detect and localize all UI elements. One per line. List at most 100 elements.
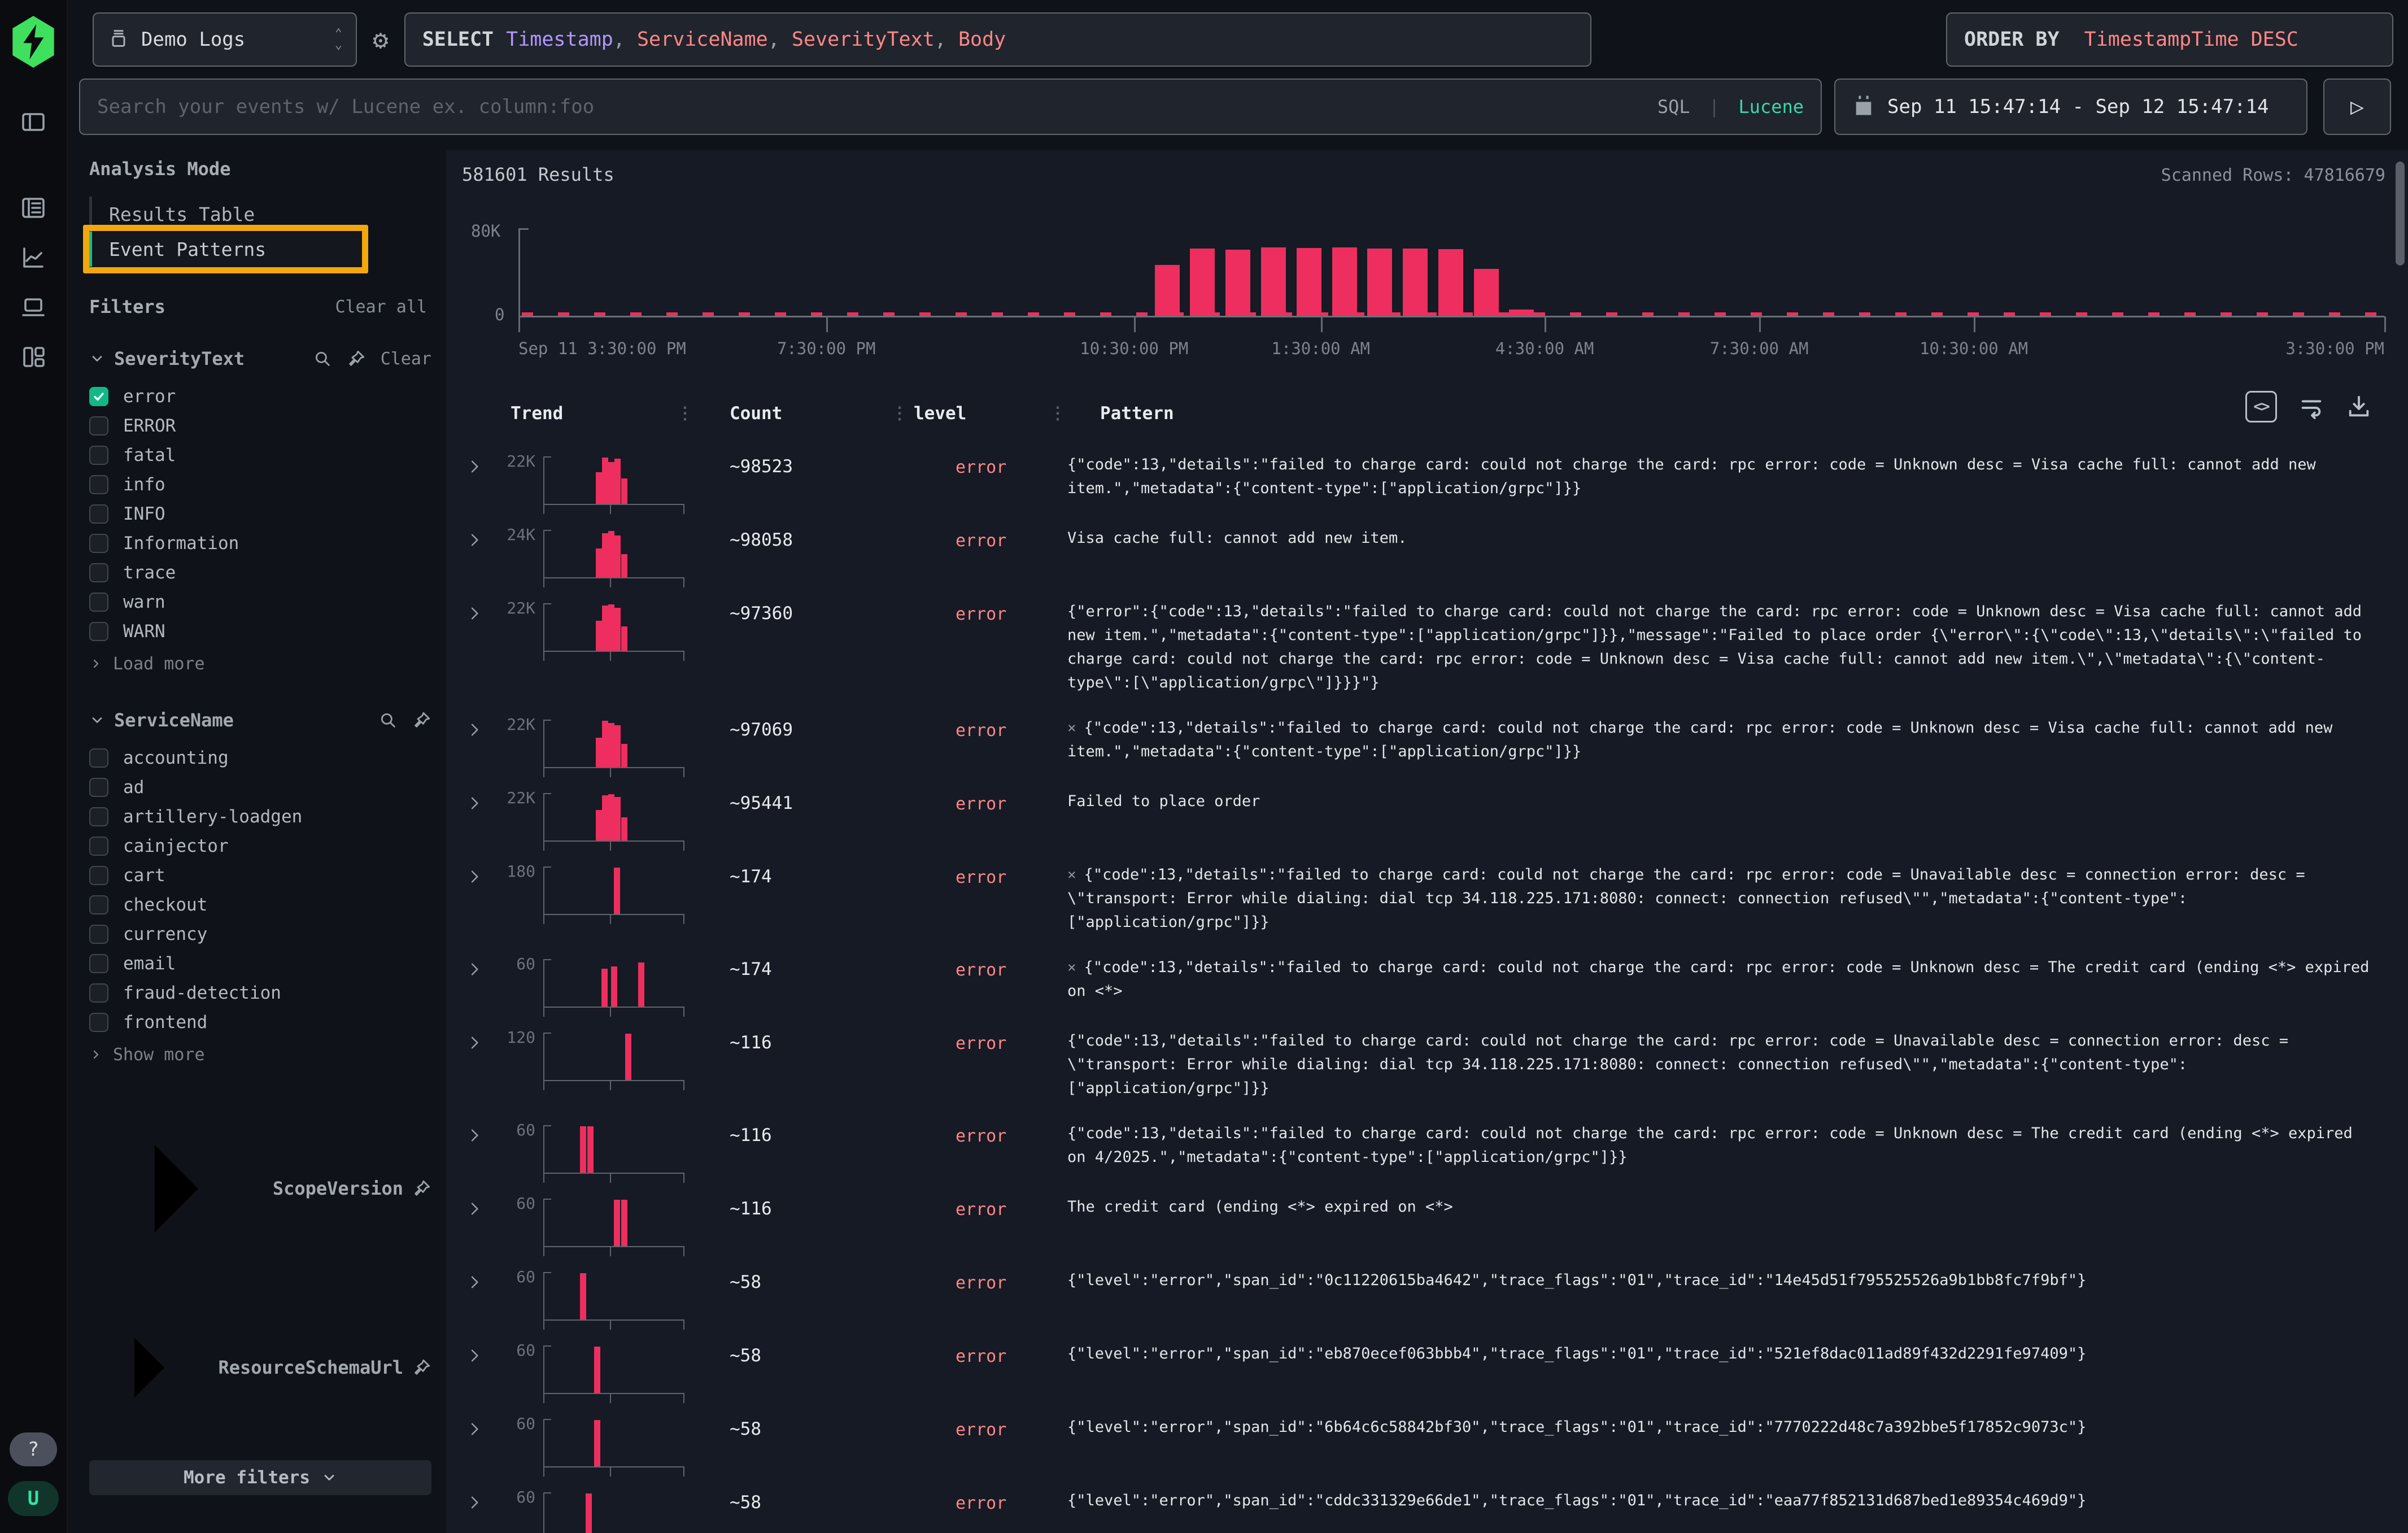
pattern-row[interactable]: 22K ~97069 error ×{"code":13,"details":"… xyxy=(457,703,2393,776)
filter-checkbox[interactable] xyxy=(89,954,108,973)
filter-checkbox[interactable] xyxy=(89,563,108,582)
histogram-bar[interactable] xyxy=(1403,249,1428,316)
filter-group-servicename[interactable]: ServiceName xyxy=(89,709,431,731)
filter-checkbox[interactable] xyxy=(89,504,108,524)
severity-filter-item[interactable]: info xyxy=(89,470,431,499)
filter-checkbox[interactable] xyxy=(89,1013,108,1032)
mode-results-table[interactable]: Results Table xyxy=(89,197,365,232)
service-filter-item[interactable]: checkout xyxy=(89,890,431,920)
column-header-level[interactable]: ⋮level xyxy=(905,403,1063,424)
expand-chevron-icon[interactable] xyxy=(465,868,483,886)
pattern-text[interactable]: {"level":"error","span_id":"cddc331329e6… xyxy=(1063,1484,2393,1513)
user-avatar[interactable]: U xyxy=(8,1481,59,1516)
laptop-icon[interactable] xyxy=(13,287,54,328)
pattern-text[interactable]: {"code":13,"details":"failed to charge c… xyxy=(1063,1117,2393,1169)
order-by-input[interactable]: ORDER BY TimestampTime DESC xyxy=(1946,12,2393,67)
histogram-bar[interactable] xyxy=(1261,247,1286,316)
histogram-bar[interactable] xyxy=(1190,249,1215,316)
pattern-row[interactable]: 180 ~174 error ×{"code":13,"details":"fa… xyxy=(457,850,2393,942)
expand-chevron-icon[interactable] xyxy=(465,531,483,549)
pattern-row[interactable]: 60 ~58 error {"level":"error","span_id":… xyxy=(457,1475,2393,1533)
expand-chevron-icon[interactable] xyxy=(465,1273,483,1291)
histogram-bar[interactable] xyxy=(1474,269,1499,316)
pattern-row[interactable]: 60 ~58 error {"level":"error","span_id":… xyxy=(457,1402,2393,1475)
pattern-row[interactable]: 22K ~98523 error {"code":13,"details":"f… xyxy=(457,439,2393,513)
line-chart-icon[interactable] xyxy=(13,237,54,278)
pin-icon[interactable] xyxy=(412,1358,431,1377)
service-filter-item[interactable]: accounting xyxy=(89,743,431,773)
code-view-icon[interactable]: <> xyxy=(2245,391,2277,423)
histogram-bar[interactable] xyxy=(1297,248,1321,316)
pattern-row[interactable]: 60 ~58 error {"level":"error","span_id":… xyxy=(457,1329,2393,1402)
severity-filter-item[interactable]: Information xyxy=(89,529,431,558)
pin-icon[interactable] xyxy=(412,711,431,730)
histogram-bar[interactable] xyxy=(1332,247,1357,316)
search-icon[interactable] xyxy=(313,349,332,368)
expand-chevron-icon[interactable] xyxy=(465,960,483,978)
service-filter-item[interactable]: artillery-loadgen xyxy=(89,802,431,831)
more-filters-button[interactable]: More filters xyxy=(89,1460,431,1495)
histogram-bar[interactable] xyxy=(1225,250,1250,316)
filter-checkbox[interactable] xyxy=(89,778,108,797)
source-select[interactable]: Demo Logs ⌃⌄ xyxy=(93,12,357,67)
pattern-row[interactable]: 60 ~58 error {"level":"error","span_id":… xyxy=(457,1255,2393,1329)
pattern-row[interactable]: 60 ~116 error The credit card (ending <*… xyxy=(457,1182,2393,1255)
service-filter-item[interactable]: currency xyxy=(89,920,431,949)
results-histogram[interactable]: 80K 0 Sep 11 3:30:00 PM7:30:00 PM10:30:0… xyxy=(462,200,2384,369)
lucene-mode-option[interactable]: Lucene xyxy=(1738,96,1804,117)
filter-checkbox[interactable] xyxy=(89,807,108,826)
column-header-count[interactable]: ⋮Count xyxy=(690,403,905,424)
column-resize-handle[interactable]: ⋮ xyxy=(1049,404,1066,424)
pin-icon[interactable] xyxy=(412,1179,431,1198)
help-button[interactable]: ? xyxy=(10,1432,57,1466)
search-icon[interactable] xyxy=(378,711,398,730)
severity-filter-item[interactable]: ERROR xyxy=(89,411,431,441)
expand-chevron-icon[interactable] xyxy=(465,721,483,739)
filter-group-resourceschemaurl[interactable]: ResourceSchemaUrl xyxy=(89,1308,431,1427)
severity-filter-item[interactable]: error xyxy=(89,382,431,411)
histogram-bar[interactable] xyxy=(1155,265,1180,316)
select-query-input[interactable]: SELECT Timestamp, ServiceName, SeverityT… xyxy=(404,12,1591,67)
pattern-row[interactable]: 22K ~95441 error Failed to place order xyxy=(457,776,2393,850)
language-toggle[interactable]: SQL | Lucene xyxy=(1657,96,1804,117)
filter-checkbox-checked[interactable] xyxy=(89,387,108,406)
vertical-scrollbar[interactable] xyxy=(2396,162,2405,265)
expand-chevron-icon[interactable] xyxy=(465,1493,483,1512)
clear-severity-button[interactable]: Clear xyxy=(381,349,431,369)
pattern-text[interactable]: ×{"code":13,"details":"failed to charge … xyxy=(1063,951,2393,1003)
expand-chevron-icon[interactable] xyxy=(465,604,483,622)
pattern-text[interactable]: ×{"code":13,"details":"failed to charge … xyxy=(1063,712,2393,764)
histogram-bar[interactable] xyxy=(1367,249,1392,316)
filter-checkbox[interactable] xyxy=(89,593,108,612)
pattern-text[interactable]: {"level":"error","span_id":"0c11220615ba… xyxy=(1063,1264,2393,1292)
expand-chevron-icon[interactable] xyxy=(465,1126,483,1144)
service-filter-item[interactable]: cainjector xyxy=(89,831,431,861)
search-input[interactable] xyxy=(97,95,1646,118)
time-range-picker[interactable]: Sep 11 15:47:14 - Sep 12 15:47:14 xyxy=(1834,79,2307,135)
column-header-pattern[interactable]: ⋮Pattern xyxy=(1063,403,2393,424)
filter-checkbox[interactable] xyxy=(89,866,108,885)
severity-filter-item[interactable]: fatal xyxy=(89,441,431,470)
pattern-row[interactable]: 24K ~98058 error Visa cache full: cannot… xyxy=(457,513,2393,586)
severity-filter-item[interactable]: WARN xyxy=(89,617,431,646)
pattern-text[interactable]: {"code":13,"details":"failed to charge c… xyxy=(1063,1025,2393,1100)
clear-all-button[interactable]: Clear all xyxy=(335,297,427,317)
pattern-row[interactable]: 22K ~97360 error {"error":{"code":13,"de… xyxy=(457,586,2393,703)
gear-icon[interactable]: ⚙ xyxy=(373,24,389,55)
service-filter-item[interactable]: email xyxy=(89,949,431,978)
severity-filter-item[interactable]: warn xyxy=(89,587,431,617)
mode-event-patterns[interactable]: Event Patterns xyxy=(89,232,365,267)
sql-mode-option[interactable]: SQL xyxy=(1657,96,1690,117)
expand-chevron-icon[interactable] xyxy=(465,1200,483,1218)
column-resize-handle[interactable]: ⋮ xyxy=(677,404,693,424)
expand-chevron-icon[interactable] xyxy=(465,794,483,812)
service-filter-item[interactable]: cart xyxy=(89,861,431,890)
severity-filter-item[interactable]: trace xyxy=(89,558,431,587)
service-filter-item[interactable]: ad xyxy=(89,773,431,802)
filter-checkbox[interactable] xyxy=(89,416,108,435)
load-more-link[interactable]: Load more xyxy=(89,648,431,679)
filter-checkbox[interactable] xyxy=(89,748,108,768)
pattern-text[interactable]: {"code":13,"details":"failed to charge c… xyxy=(1063,448,2393,500)
filter-checkbox[interactable] xyxy=(89,534,108,553)
pattern-row[interactable]: 60 ~116 error {"code":13,"details":"fail… xyxy=(457,1108,2393,1182)
